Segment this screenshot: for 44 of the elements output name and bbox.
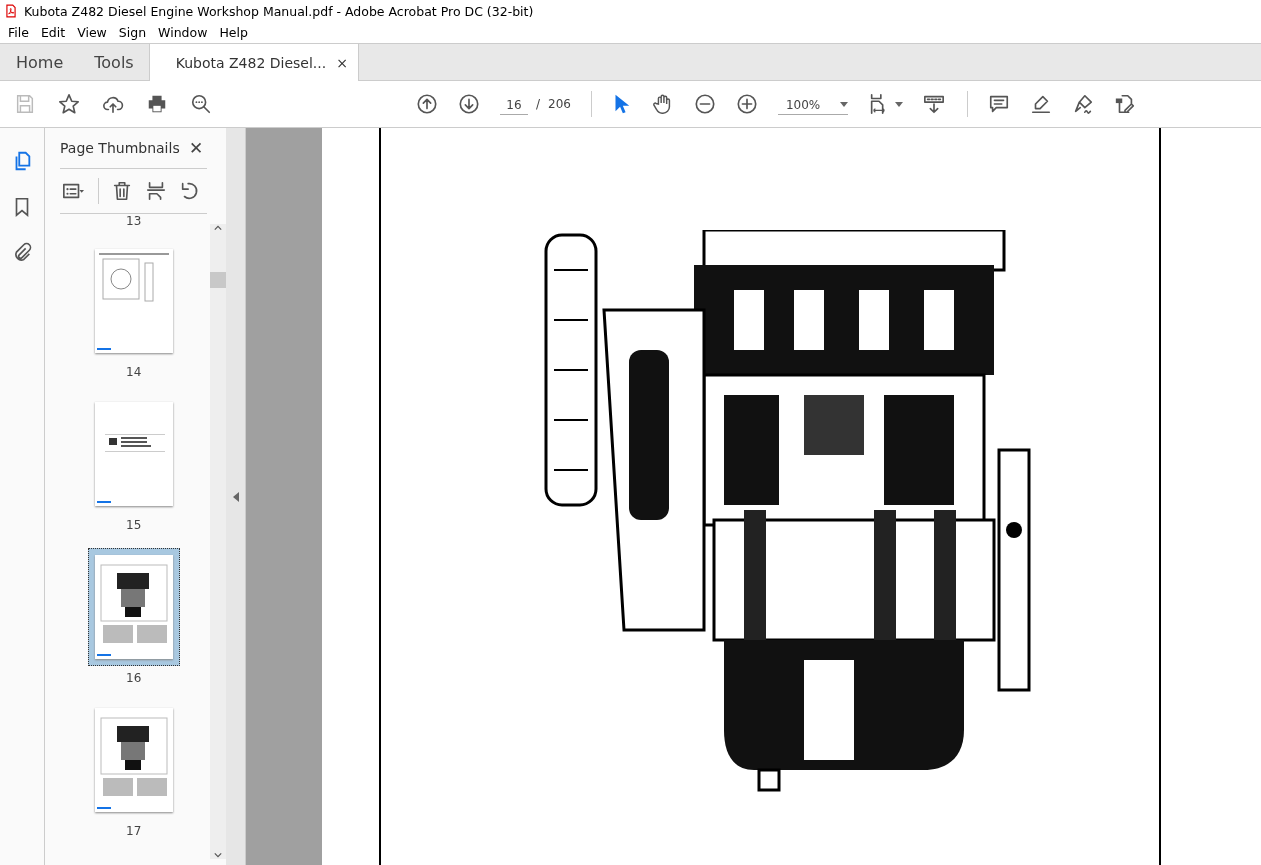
printer-icon[interactable] [146,93,168,115]
page-label: 14 [126,365,142,379]
page-label: 15 [126,518,142,532]
close-tab-button[interactable]: × [336,54,348,71]
caret-down-icon[interactable] [894,101,903,107]
insert-page-icon[interactable] [145,180,167,202]
page-label: 16 [126,671,142,685]
tab[interactable]: Kubota Z482 Diesel... × [148,44,359,81]
close-button[interactable]: ✕ [189,138,208,158]
zoom-dropdown[interactable]: 100% [777,93,848,115]
search-icon[interactable] [190,93,212,115]
menu-item[interactable]: File [2,25,35,40]
selected-thumbnail-frame[interactable] [87,548,180,666]
caret-down-icon[interactable] [839,102,848,107]
scrollbar-thumb[interactable] [210,272,227,288]
arrow-up-icon[interactable] [416,93,438,115]
scroll-down-icon[interactable] [213,851,224,859]
arrow-down-icon[interactable] [458,93,480,115]
window-title: Kubota Z482 Diesel Engine Workshop Manual.pdf - Adobe Acrobat Pro DC (32-bit) [24,3,534,19]
tab[interactable]: Tools [78,44,149,80]
menu-item[interactable]: Sign [112,25,153,40]
scrollbar[interactable] [210,224,227,859]
panel-title: Page Thumbnails [60,140,180,156]
menu-item[interactable]: Help [213,25,254,40]
page-separator: / [536,97,541,111]
comment-icon[interactable] [987,93,1010,115]
page-label: 13 [126,214,142,228]
highlighter-icon[interactable] [1029,93,1052,115]
menu-item[interactable]: Edit [34,25,72,40]
page-number-field[interactable]: 16 [500,93,528,115]
tab[interactable]: Home [0,44,79,80]
scroll-mode-icon[interactable] [922,93,945,115]
collapse-panel-icon[interactable] [232,491,239,502]
pdf-file-icon [4,3,18,19]
page-count: 206 [548,97,571,111]
zoom-out-icon[interactable] [693,93,716,115]
menu-item[interactable]: Window [152,25,214,40]
scroll-up-icon[interactable] [213,224,224,232]
menu-item[interactable]: View [71,25,113,40]
edit-document-icon[interactable] [1113,93,1136,115]
trash-icon[interactable] [111,180,133,202]
zoom-in-icon[interactable] [735,93,758,115]
page-label: 17 [126,824,142,838]
star-icon[interactable] [58,93,80,115]
